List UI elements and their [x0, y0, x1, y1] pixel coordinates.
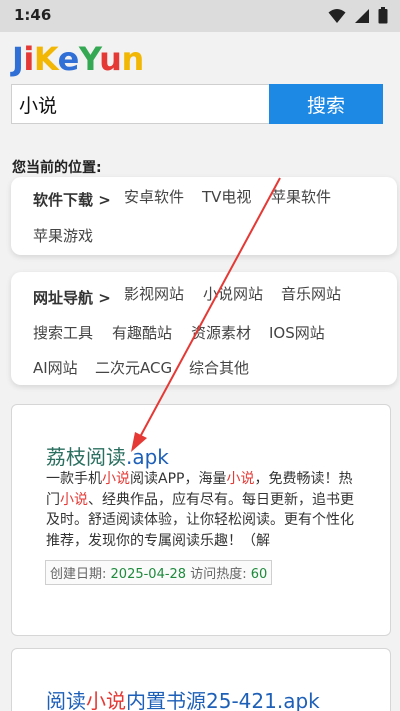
search-input[interactable] [11, 84, 269, 124]
search-bar: 搜索 [11, 84, 383, 124]
result-title-text: 阅读 [46, 689, 86, 711]
logo-letter: i [23, 40, 34, 78]
search-result-card: 阅读小说内置书源25-421.apk [11, 648, 391, 711]
link-video-sites[interactable]: 影视网站 [124, 283, 184, 304]
site-header: JiKeYun 搜索 [0, 32, 400, 136]
logo-letter: Y [78, 40, 100, 78]
meta-heat: 60 [250, 567, 268, 582]
desc-text: 阅读APP，海量 [130, 471, 227, 487]
logo-letter: J [12, 40, 24, 78]
site-nav-label[interactable]: 网址导航 > [33, 287, 111, 308]
site-nav-card: 网址导航 > 影视网站 小说网站 音乐网站 搜索工具 有趣酷站 资源素材 IOS… [11, 272, 397, 385]
result-title-link[interactable]: 荔枝阅读.apk [46, 441, 169, 470]
status-bar: 1:46 [0, 0, 400, 32]
logo-letter: K [33, 40, 58, 78]
search-button[interactable]: 搜索 [269, 84, 383, 124]
result-title-highlight: 小说 [86, 689, 126, 711]
logo-letter: e [57, 40, 80, 78]
desc-text: 、经典作品，应有尽有。每日更新，追书更及时。舒适阅读体验，让你轻松阅读。更有个性… [46, 491, 354, 549]
status-icons [328, 7, 388, 24]
link-android-software[interactable]: 安卓软件 [124, 186, 184, 207]
link-search-tools[interactable]: 搜索工具 [33, 322, 93, 343]
link-tv[interactable]: TV电视 [202, 186, 251, 207]
result-title-text: 荔枝阅读 [46, 445, 126, 469]
meta-date: 2025-04-28 [110, 567, 187, 582]
software-download-card: 软件下载 > 安卓软件 TV电视 苹果软件 苹果游戏 [11, 177, 397, 255]
desc-text: 一款手机 [46, 471, 102, 487]
desc-highlight: 小说 [226, 471, 255, 487]
desc-highlight: 小说 [102, 471, 130, 487]
result-title-link[interactable]: 阅读小说内置书源25-421.apk [46, 685, 320, 711]
result-title-text-rest: 内置书源25-421.apk [126, 689, 320, 711]
result-description: 一款手机小说阅读APP，海量小说，免费畅读！热门小说、经典作品，应有尽有。每日更… [46, 469, 358, 551]
search-result-card: 荔枝阅读.apk 一款手机小说阅读APP，海量小说，免费畅读！热门小说、经典作品… [11, 404, 391, 636]
desc-highlight: 小说 [60, 491, 88, 508]
meta-date-label: 创建日期: [50, 567, 107, 582]
link-apple-games[interactable]: 苹果游戏 [33, 225, 93, 246]
link-fun-sites[interactable]: 有趣酷站 [112, 322, 172, 343]
software-download-label[interactable]: 软件下载 > [33, 189, 111, 210]
link-misc[interactable]: 综合其他 [189, 357, 249, 378]
status-time: 1:46 [14, 6, 52, 24]
site-logo[interactable]: JiKeYun [12, 40, 144, 78]
link-ai-sites[interactable]: AI网站 [33, 357, 78, 378]
meta-heat-label: 访问热度: [190, 567, 247, 582]
result-meta: 创建日期: 2025-04-28 访问热度: 60 [45, 560, 273, 585]
link-apple-software[interactable]: 苹果软件 [271, 186, 331, 207]
link-music-sites[interactable]: 音乐网站 [281, 283, 341, 304]
breadcrumb-location: 您当前的位置: [12, 160, 102, 176]
battery-icon [378, 7, 388, 24]
link-ios-sites[interactable]: IOS网站 [269, 322, 325, 343]
link-acg[interactable]: 二次元ACG [95, 357, 172, 378]
logo-letter: n [121, 40, 144, 78]
wifi-icon [328, 8, 346, 23]
logo-letter: u [99, 40, 122, 78]
link-novel-sites[interactable]: 小说网站 [203, 283, 263, 304]
result-title-ext: .apk [126, 445, 169, 469]
signal-icon [355, 8, 369, 23]
link-resources[interactable]: 资源素材 [191, 322, 251, 343]
